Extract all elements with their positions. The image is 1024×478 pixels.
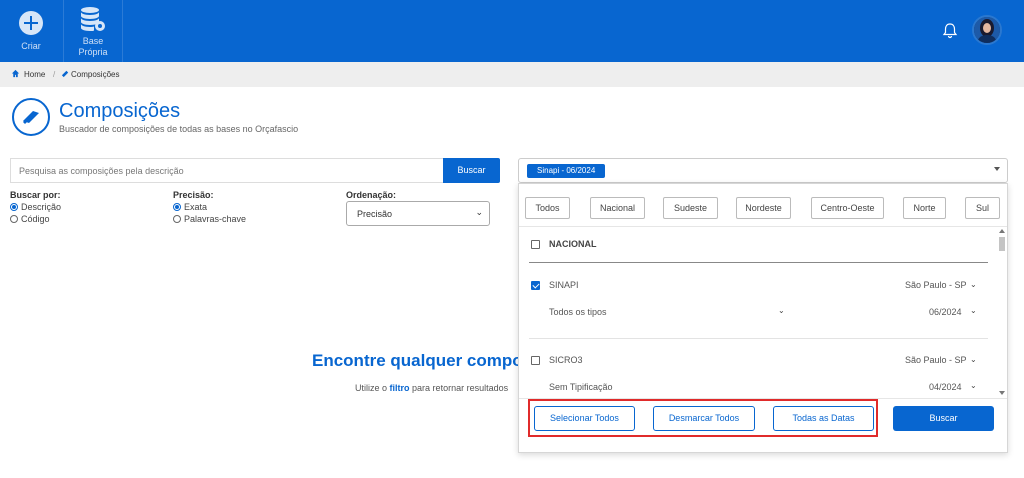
radio-keywords-label: Palavras-chave bbox=[184, 214, 247, 224]
radio-indicator-checked bbox=[173, 203, 181, 211]
chevron-down-icon[interactable]: ⌄ bbox=[970, 280, 977, 289]
dropdown-search-button[interactable]: Buscar bbox=[893, 406, 994, 431]
trowel-icon bbox=[61, 70, 69, 78]
chevron-down-icon[interactable]: ⌄ bbox=[970, 381, 977, 390]
compositions-icon bbox=[12, 98, 50, 136]
region-southeast[interactable]: Sudeste bbox=[663, 197, 718, 219]
radio-code[interactable]: Código bbox=[10, 214, 50, 224]
create-label: Criar bbox=[21, 41, 41, 51]
radio-description-label: Descrição bbox=[21, 202, 62, 212]
own-base-label-1: Base bbox=[82, 36, 104, 46]
order-select-value: Precisão bbox=[357, 209, 393, 219]
base-date: 04/2024 bbox=[929, 382, 962, 392]
chevron-down-icon: ⌄ bbox=[475, 207, 483, 217]
empty-state-suffix: para retornar resultados bbox=[412, 383, 509, 393]
create-button[interactable]: Criar bbox=[0, 0, 62, 62]
user-avatar[interactable] bbox=[972, 15, 1002, 45]
region-northeast[interactable]: Nordeste bbox=[736, 197, 791, 219]
radio-keywords[interactable]: Palavras-chave bbox=[173, 214, 246, 224]
search-by-label: Buscar por: bbox=[10, 190, 61, 200]
sicro3-checkbox[interactable] bbox=[531, 356, 540, 365]
scrollbar[interactable] bbox=[997, 233, 1006, 398]
group-divider bbox=[529, 262, 988, 263]
search-button[interactable]: Buscar bbox=[443, 158, 500, 183]
base-type: Todos os tipos bbox=[549, 307, 607, 317]
chevron-down-icon[interactable]: ⌄ bbox=[970, 355, 977, 364]
filter-link[interactable]: filtro bbox=[390, 383, 410, 393]
region-south[interactable]: Sul bbox=[965, 197, 1000, 219]
chevron-down-icon[interactable]: ⌄ bbox=[778, 306, 785, 315]
base-dropdown-panel: Todos Nacional Sudeste Nordeste Centro-O… bbox=[518, 183, 1008, 453]
region-north[interactable]: Norte bbox=[903, 197, 946, 219]
scroll-up-arrow[interactable] bbox=[999, 229, 1005, 233]
base-name: SICRO3 bbox=[549, 355, 583, 365]
select-all-button[interactable]: Selecionar Todos bbox=[534, 406, 635, 431]
bell-icon[interactable] bbox=[942, 22, 958, 40]
chevron-down-icon[interactable]: ⌄ bbox=[970, 306, 977, 315]
divider bbox=[519, 226, 1007, 227]
radio-indicator-checked bbox=[10, 203, 18, 211]
base-name: SINAPI bbox=[549, 280, 579, 290]
radio-exact-label: Exata bbox=[184, 202, 208, 212]
row-divider bbox=[529, 338, 988, 339]
scrollbar-thumb[interactable] bbox=[999, 237, 1005, 251]
user-photo bbox=[974, 17, 1000, 43]
empty-state-subtitle: Utilize o filtro para retornar resultado… bbox=[355, 383, 508, 393]
group-header-national: NACIONAL bbox=[549, 239, 597, 249]
breadcrumb-separator: / bbox=[53, 70, 56, 79]
sinapi-checkbox[interactable] bbox=[531, 281, 540, 290]
base-location: São Paulo - SP bbox=[905, 355, 967, 365]
region-national[interactable]: Nacional bbox=[590, 197, 645, 219]
base-select[interactable]: Sinapi - 06/2024 bbox=[518, 158, 1008, 183]
empty-state-title: Encontre qualquer compos bbox=[312, 351, 533, 370]
own-base-button[interactable]: Base Própria bbox=[63, 0, 123, 62]
radio-description[interactable]: Descrição bbox=[10, 202, 61, 212]
page-title: Composições bbox=[59, 100, 181, 122]
own-base-label-2: Própria bbox=[78, 47, 108, 57]
page-subtitle: Buscador de composições de todas as base… bbox=[59, 124, 299, 134]
breadcrumb-home[interactable]: Home bbox=[24, 70, 45, 79]
empty-state-prefix: Utilize o bbox=[355, 383, 388, 393]
plus-icon bbox=[19, 11, 43, 35]
caret-down-icon bbox=[994, 167, 1000, 171]
radio-indicator bbox=[173, 215, 181, 223]
scroll-down-arrow[interactable] bbox=[999, 391, 1005, 395]
database-gear-icon bbox=[81, 7, 105, 31]
all-dates-button[interactable]: Todas as Datas bbox=[773, 406, 874, 431]
group-checkbox[interactable] bbox=[531, 240, 540, 249]
selected-base-chip[interactable]: Sinapi - 06/2024 bbox=[527, 164, 606, 178]
precision-label: Precisão: bbox=[173, 190, 214, 200]
radio-exact[interactable]: Exata bbox=[173, 202, 207, 212]
breadcrumb-current: Composições bbox=[71, 70, 120, 79]
order-label: Ordenação: bbox=[346, 190, 397, 200]
search-input[interactable]: Pesquisa as composições pela descrição bbox=[10, 158, 444, 183]
breadcrumb: Home / Composições bbox=[0, 62, 1024, 87]
base-type: Sem Tipificação bbox=[549, 382, 613, 392]
radio-code-label: Código bbox=[21, 214, 50, 224]
order-select[interactable]: Precisão ⌄ bbox=[346, 201, 490, 226]
region-midwest[interactable]: Centro-Oeste bbox=[811, 197, 884, 219]
base-location: São Paulo - SP bbox=[905, 280, 967, 290]
deselect-all-button[interactable]: Desmarcar Todos bbox=[653, 406, 755, 431]
top-navbar: Criar Base Própria bbox=[0, 0, 1024, 62]
region-filter-row: Todos Nacional Sudeste Nordeste Centro-O… bbox=[519, 184, 1007, 226]
base-date: 06/2024 bbox=[929, 307, 962, 317]
home-icon bbox=[11, 69, 20, 78]
radio-indicator bbox=[10, 215, 18, 223]
region-all[interactable]: Todos bbox=[525, 197, 570, 219]
